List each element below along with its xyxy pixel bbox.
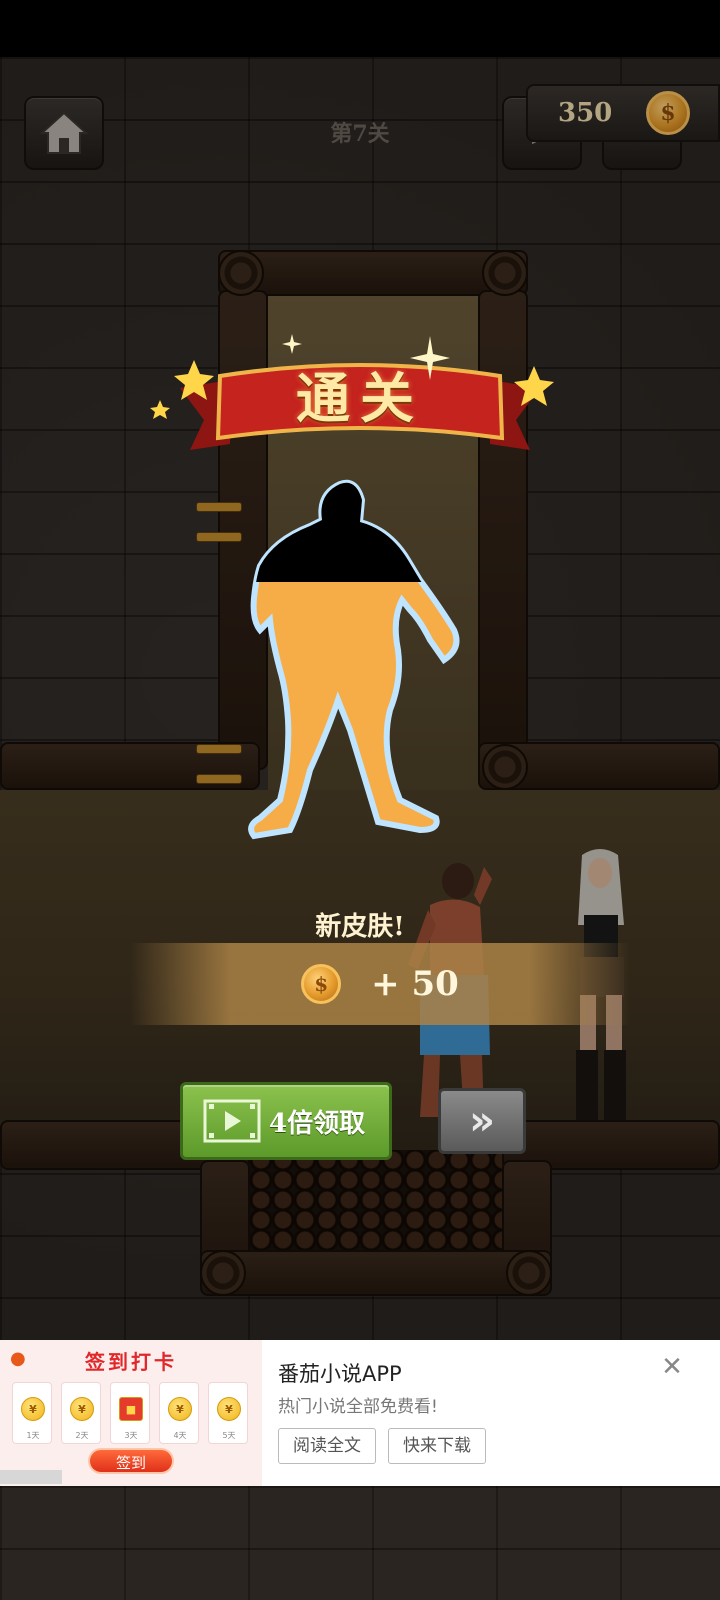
game-screen: 第7关 ▶ ↻ 350 $ 通关 新皮肤! $ [0,0,720,1600]
skin-locked-part [251,482,457,582]
stone-wall-bottom [0,1486,720,1600]
claim-4x-label: 4倍领取 [269,1108,366,1139]
yen-coin-icon: ¥ [168,1397,192,1421]
video-play-icon [203,1099,261,1143]
ad-day-label: 4天 [173,1431,187,1440]
ad-day-card: ¥2天 [61,1382,101,1444]
fast-forward-icon: » [469,1098,495,1144]
ad-label-strip [0,1470,62,1484]
reward-amount: + 50 [371,964,459,1004]
ad-checkin-button[interactable]: 签到 [88,1448,174,1474]
ad-day-card: ¥4天 [159,1382,199,1444]
ad-day-card: ¥5天 [208,1382,248,1444]
sparkle-stars [150,334,554,419]
ad-read-button[interactable]: 阅读全文 [278,1428,376,1464]
reward-band: $ + 50 [130,943,630,1025]
ad-subtitle: 热门小说全部免费看! [278,1397,438,1417]
claim-4x-button[interactable]: 4倍领取 [180,1082,392,1160]
ad-download-button[interactable]: 快来下载 [388,1428,486,1464]
ad-day-label: 3天 [124,1431,138,1440]
ad-checkin-title: 签到打卡 [85,1350,177,1374]
skip-button[interactable]: » [438,1088,526,1154]
ad-image[interactable]: ● 签到打卡 ¥1天 ¥2天 ■ 3天 ¥4天 ¥5天 签到 [0,1340,262,1486]
status-bar [0,0,720,57]
ad-day-label: 5天 [222,1431,236,1440]
ad-title[interactable]: 番茄小说APP [278,1358,402,1388]
ad-banner[interactable]: ● 签到打卡 ¥1天 ¥2天 ■ 3天 ¥4天 ¥5天 签到 番茄小说APP 热门… [0,1340,720,1486]
skin-silhouette [248,479,460,840]
ad-day-card: ¥1天 [12,1382,52,1444]
yen-coin-icon: ¥ [70,1397,94,1421]
ad-day-label: 1天 [26,1431,40,1440]
coin-icon: $ [301,964,342,1004]
yen-coin-icon: ¥ [217,1397,241,1421]
gift-icon: ■ [119,1397,143,1421]
yen-coin-icon: ¥ [21,1397,45,1421]
new-skin-label: 新皮肤! [315,912,405,942]
ad-day-card: ■ 3天 [110,1382,150,1444]
ad-day-label: 2天 [75,1431,89,1440]
close-icon[interactable]: ✕ [660,1354,684,1380]
